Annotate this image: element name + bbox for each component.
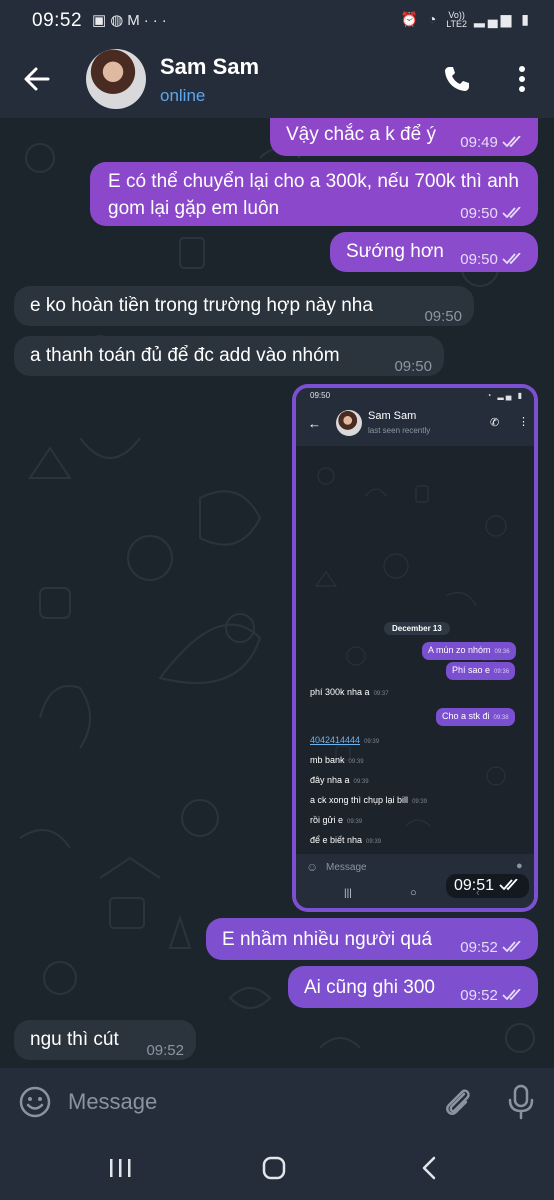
message-outgoing[interactable]: Sướng hơn 09:50 xyxy=(330,232,538,272)
double-check-icon xyxy=(502,989,521,1001)
mini-chat-title: Sam Sam xyxy=(368,410,417,422)
mini-message-incoming: đây nha a 09:39 xyxy=(310,775,369,785)
mini-message-incoming: mb bank 09:39 xyxy=(310,755,364,765)
message-outgoing[interactable]: E có thể chuyển lại cho a 300k, nếu 700k… xyxy=(90,162,538,226)
mini-message-incoming: phí 300k nha a 09:37 xyxy=(310,687,389,697)
recent-apps-icon[interactable] xyxy=(108,1158,132,1178)
message-input[interactable] xyxy=(68,1086,408,1118)
gallery-icon: ▣ xyxy=(92,12,111,29)
message-incoming[interactable]: ngu thì cút 09:52 xyxy=(14,1020,196,1060)
mini-message-outgoing: A mún zo nhóm 09:36 xyxy=(422,642,516,660)
globe-icon: ◍ xyxy=(110,12,128,29)
signal-icon: ▂▄▆ xyxy=(473,11,515,27)
chat-area[interactable]: Vậy chắc a k để ý 09:49 E có thể chuyển … xyxy=(0,118,554,1068)
avatar[interactable] xyxy=(86,49,146,109)
mini-status-bar: 09:50 ◔ ▂▄ ▮ xyxy=(296,388,534,404)
mini-message-incoming: để e biết nha 09:39 xyxy=(310,835,382,845)
more-dots-icon: ··· xyxy=(143,12,171,29)
more-vertical-icon[interactable] xyxy=(510,64,534,94)
double-check-icon xyxy=(502,253,521,265)
message-time: 09:50 xyxy=(460,200,524,227)
message-time: 09:52 xyxy=(146,1042,184,1059)
mini-message-incoming: a ck xong thì chụp lại bill 09:39 xyxy=(310,795,428,805)
microphone-icon[interactable] xyxy=(506,1083,536,1121)
message-incoming[interactable]: e ko hoàn tiền trong trường hợp này nha … xyxy=(14,286,474,326)
message-text: e ko hoàn tiền trong trường hợp này nha xyxy=(30,295,373,316)
message-outgoing[interactable]: E nhầm nhiều người quá 09:52 xyxy=(206,918,538,960)
screenshot-preview: 09:50 ◔ ▂▄ ▮ ← Sam Sam last seen recentl… xyxy=(296,388,534,908)
mini-nav-home-icon: ○ xyxy=(410,887,417,899)
image-message[interactable]: 09:50 ◔ ▂▄ ▮ ← Sam Sam last seen recentl… xyxy=(292,384,538,912)
message-text: ngu thì cút xyxy=(30,1029,119,1050)
mini-mic-icon: ● xyxy=(516,860,523,872)
alarm-icon: ⏰ xyxy=(400,11,421,27)
system-nav-bar xyxy=(0,1136,554,1200)
mini-date-chip: December 13 xyxy=(384,622,450,635)
double-check-icon xyxy=(502,136,521,148)
chat-title[interactable]: Sam Sam xyxy=(160,54,259,80)
message-outgoing[interactable]: Ai cũng ghi 300 09:52 xyxy=(288,966,538,1008)
status-time: 09:52 xyxy=(32,10,83,31)
image-message-time: 09:51 xyxy=(446,874,529,898)
mini-back-arrow-icon: ← xyxy=(308,416,321,431)
mini-status-time: 09:50 xyxy=(310,391,331,400)
double-check-icon xyxy=(498,879,518,891)
back-icon[interactable] xyxy=(420,1155,438,1181)
mini-nav-recent-icon: ||| xyxy=(344,888,352,899)
chat-status: online xyxy=(160,86,206,105)
message-incoming[interactable]: a thanh toán đủ để đc add vào nhóm 09:50 xyxy=(14,336,444,376)
status-bar: 09:52 ▣◍M··· ⏰ ◔ Vo)) LTE2 ▂▄▆ ▮ xyxy=(0,0,554,40)
message-outgoing[interactable]: Vậy chắc a k để ý 09:49 xyxy=(270,118,538,156)
message-text: E có thể chuyển lại cho a 300k, nếu 700k… xyxy=(108,171,519,219)
mini-last-seen: last seen recently xyxy=(368,426,431,435)
message-input-bar xyxy=(0,1068,554,1136)
message-text: Vậy chắc a k để ý xyxy=(286,124,436,145)
mini-phone-icon: ✆ xyxy=(490,417,500,429)
message-time: 09:50 xyxy=(460,246,524,273)
paperclip-icon[interactable] xyxy=(440,1084,476,1120)
message-text: E nhầm nhiều người quá xyxy=(222,929,433,950)
message-text: Ai cũng ghi 300 xyxy=(304,977,435,998)
gmail-icon: M xyxy=(127,12,144,29)
mini-message-outgoing: Phí sao e 09:36 xyxy=(446,662,516,680)
message-time: 09:49 xyxy=(460,129,524,156)
status-notification-icons: ▣◍M··· xyxy=(92,11,171,29)
mini-message-incoming: 4042414444 09:39 xyxy=(310,735,380,745)
double-check-icon xyxy=(502,207,521,219)
mini-chat-header: ← Sam Sam last seen recently ✆ ⋮ xyxy=(296,404,534,446)
mini-status-icons: ◔ ▂▄ ▮ xyxy=(486,391,524,400)
message-time: 09:52 xyxy=(460,982,524,1009)
message-text: Sướng hơn xyxy=(346,241,444,262)
double-check-icon xyxy=(502,941,521,953)
mini-avatar xyxy=(336,410,362,436)
message-time: 09:50 xyxy=(424,308,462,325)
mini-message-placeholder: Message xyxy=(326,862,367,873)
network-label: Vo)) LTE2 xyxy=(446,10,468,30)
chat-header: Sam Sam online xyxy=(0,40,554,118)
phone-icon[interactable] xyxy=(442,64,472,94)
wifi-icon: ◔ xyxy=(427,11,440,27)
status-system-icons: ⏰ ◔ Vo)) LTE2 ▂▄▆ ▮ xyxy=(401,11,532,29)
mini-more-icon: ⋮ xyxy=(518,416,529,428)
message-time: 09:52 xyxy=(460,934,524,961)
mini-message-incoming: rồi gửi e 09:39 xyxy=(310,815,363,825)
emoji-icon[interactable] xyxy=(18,1085,52,1119)
battery-icon: ▮ xyxy=(521,11,532,27)
mini-emoji-icon: ☺ xyxy=(306,860,319,874)
message-time: 09:50 xyxy=(394,358,432,375)
home-icon[interactable] xyxy=(262,1156,286,1180)
message-text: a thanh toán đủ để đc add vào nhóm xyxy=(30,345,340,366)
back-arrow-icon[interactable] xyxy=(20,62,54,96)
mini-message-outgoing: Cho a stk đi 09:38 xyxy=(436,708,515,726)
